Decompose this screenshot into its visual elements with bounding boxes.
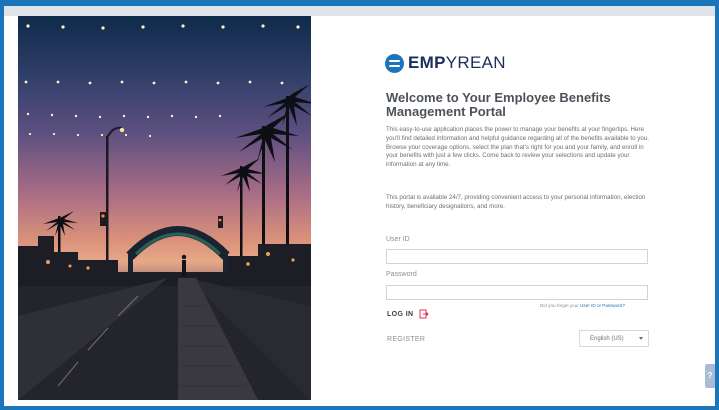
brand-name-bold: EMP [408, 53, 446, 72]
register-link[interactable]: REGISTER [387, 336, 425, 343]
user-id-label: User ID [386, 236, 410, 243]
password-input[interactable] [386, 285, 648, 300]
login-button[interactable]: LOG IN [387, 309, 429, 319]
empyrean-logo-icon [385, 53, 404, 73]
user-id-input[interactable] [386, 249, 648, 264]
chevron-down-icon [639, 337, 643, 340]
language-select[interactable]: English (US) [579, 330, 649, 347]
intro-paragraph: This easy-to-use application places the … [386, 126, 649, 169]
login-label: LOG IN [387, 310, 414, 318]
login-arrow-icon [419, 309, 429, 319]
window-top-bar [4, 6, 715, 16]
pier-sunset-illustration [18, 24, 311, 400]
help-icon: ? [707, 371, 713, 380]
forgot-prefix-text: Did you forget your [540, 303, 579, 308]
brand-name-light: YREAN [445, 53, 506, 72]
brand-logo: EMP YREAN [385, 52, 506, 74]
forgot-credentials: Did you forget your User ID or Password? [540, 303, 625, 308]
hero-photo [18, 16, 311, 400]
page-title: Welcome to Your Employee Benefits Manage… [386, 90, 611, 119]
forgot-credentials-link[interactable]: User ID or Password? [580, 303, 625, 308]
language-selected-value: English (US) [590, 335, 624, 342]
help-tab[interactable]: ? [705, 364, 715, 388]
password-label: Password [386, 271, 417, 278]
availability-paragraph: This portal is available 24/7, providing… [386, 194, 646, 210]
